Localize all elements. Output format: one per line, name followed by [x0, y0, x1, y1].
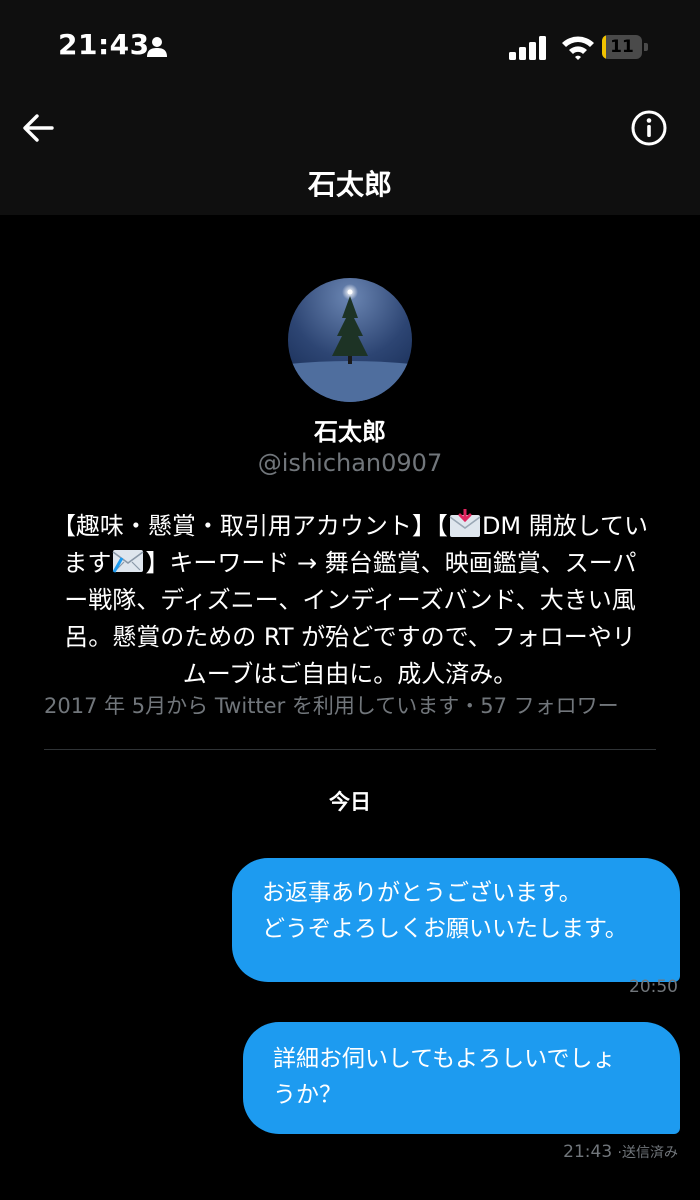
- info-circle-icon: [631, 110, 667, 146]
- divider: [44, 749, 656, 750]
- battery-level-text: 11: [610, 37, 634, 57]
- bio-text: DM 開放してい: [481, 512, 649, 540]
- header-title: 石太郎: [307, 168, 392, 201]
- message-text: どうぞよろしくお願いいたします。: [262, 916, 628, 942]
- bio-line: 【趣味・懸賞・取引用アカウント】【 DM 開放してい: [36, 507, 664, 545]
- profile-name: 石太郎: [314, 418, 386, 446]
- bio-line: ムーブはご自由に。成人済み。: [182, 660, 518, 688]
- bio-line: 呂。懸賞のための RT が殆どですので、フォローやリ: [64, 623, 636, 651]
- message-time: 20:50: [629, 977, 678, 997]
- message-time: 21:43: [563, 1142, 613, 1162]
- back-button[interactable]: [18, 107, 60, 149]
- avatar[interactable]: [288, 278, 412, 402]
- bio-line: ます 】キーワード → 舞台鑑賞、映画鑑賞、スーパ: [36, 545, 664, 582]
- message-text: お返事ありがとうございます。: [262, 880, 582, 906]
- message-text: うか？: [273, 1082, 342, 1108]
- status-bar: 21:43 11: [0, 0, 700, 95]
- status-time: 21:43: [58, 28, 150, 61]
- inbox-tray-emoji-icon: [449, 507, 481, 539]
- person-icon: [146, 36, 168, 58]
- envelope-emoji-icon: [112, 546, 144, 576]
- message-text: 詳細お伺いしてもよろしいでしょ: [273, 1046, 616, 1072]
- bio-text: 【趣味・懸賞・取引用アカウント】【: [51, 512, 448, 540]
- battery-indicator: 11: [602, 35, 648, 59]
- message-timestamp: 20:50: [629, 977, 678, 997]
- bio-text: 】キーワード → 舞台鑑賞、映画鑑賞、スーパ: [145, 549, 637, 577]
- cellular-signal-icon: [509, 36, 549, 60]
- arrow-left-icon: [23, 114, 54, 142]
- message-bubble[interactable]: 詳細お伺いしてもよろしいでしょ うか？: [243, 1022, 680, 1134]
- bio-line: ー戦隊、ディズニー、インディーズバンド、大きい風: [64, 586, 636, 614]
- profile-meta: 2017 年 5月から Twitter を利用しています・57 フォロワー: [44, 694, 619, 718]
- message-timestamp: 21:43 ·送信済み: [563, 1142, 678, 1162]
- profile-bio: 【趣味・懸賞・取引用アカウント】【 DM 開放してい ます 】キーワード → 舞台鑑…: [36, 507, 664, 693]
- conversation-header: 石太郎: [0, 95, 700, 215]
- message-status: ·送信済み: [617, 1145, 678, 1161]
- message-bubble[interactable]: お返事ありがとうございます。 どうぞよろしくお願いいたします。: [232, 858, 680, 982]
- date-separator: 今日: [329, 790, 371, 814]
- bio-text: ます: [63, 549, 112, 577]
- profile-handle: @ishichan0907: [257, 449, 443, 477]
- wifi-icon: [561, 34, 595, 60]
- info-button[interactable]: [628, 107, 670, 149]
